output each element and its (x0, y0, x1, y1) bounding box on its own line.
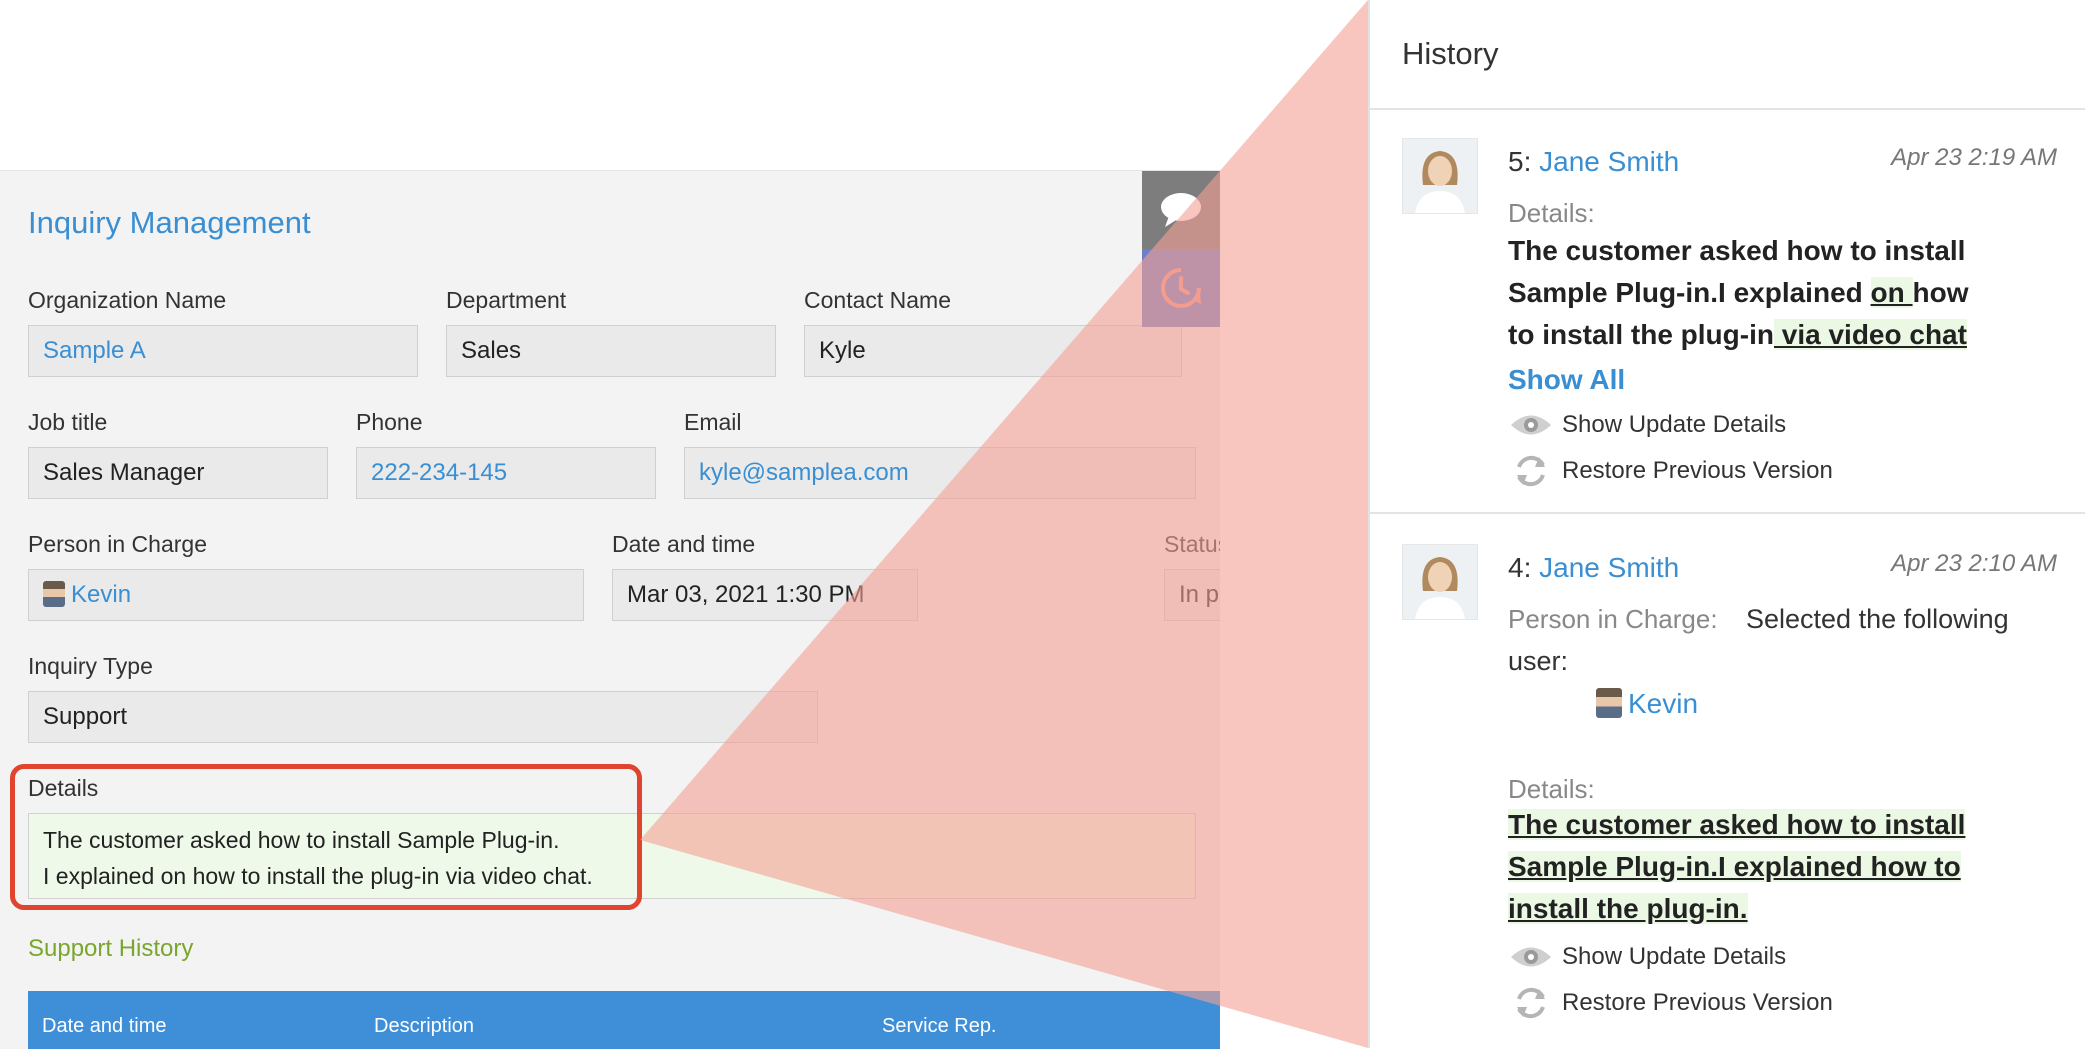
revision-number: 4: (1508, 552, 1532, 583)
show-update-details-button[interactable]: Show Update Details (1508, 408, 1786, 442)
woman-avatar-icon (1403, 545, 1477, 619)
person-in-charge-field[interactable]: Kevin (28, 569, 584, 621)
restore-previous-version-button[interactable]: Restore Previous Version (1508, 986, 1833, 1020)
organization-name-label: Organization Name (28, 287, 227, 313)
show-update-details-button[interactable]: Show Update Details (1508, 940, 1786, 974)
history-entry: 5: Jane Smith Apr 23 2:19 AM Details: Th… (1370, 108, 2085, 512)
details-change-text: The customer asked how to install Sample… (1508, 230, 1969, 356)
comments-button[interactable] (1142, 171, 1220, 249)
history-entry-header: 5: Jane Smith (1508, 146, 1679, 178)
column-service-rep[interactable]: Service Rep. (882, 1015, 997, 1038)
history-entry-header: 4: Jane Smith (1508, 552, 1679, 584)
details-change-fragment: to install the plug-in (1508, 319, 1774, 350)
restore-arrows-icon (1508, 454, 1554, 488)
contact-name-label: Contact Name (804, 287, 952, 313)
user-avatar-icon (43, 581, 65, 607)
date-and-time-label: Date and time (612, 531, 756, 557)
details-change-label: Details: (1508, 774, 1595, 804)
show-all-link[interactable]: Show All (1508, 364, 1625, 396)
job-title-label: Job title (28, 409, 108, 435)
details-change-text: The customer asked how to install Sample… (1508, 804, 1966, 930)
restore-arrows-icon (1508, 986, 1554, 1020)
history-entry: 4: Jane Smith Apr 23 2:10 AM Person in C… (1370, 512, 2085, 1048)
department-label: Department (446, 287, 567, 313)
author-link[interactable]: Jane Smith (1539, 552, 1679, 583)
phone-label: Phone (356, 409, 423, 435)
history-clock-icon (1161, 268, 1201, 308)
department-field[interactable]: Sales (446, 325, 776, 377)
contact-name-field[interactable]: Kyle (804, 325, 1182, 377)
user-avatar-icon (1596, 688, 1622, 718)
organization-name-field[interactable]: Sample A (28, 325, 418, 377)
speech-bubble-icon (1161, 193, 1201, 227)
status-label: Status (1164, 531, 1220, 557)
inserted-text: install the plug-in. (1508, 893, 1748, 924)
details-change-line: to install the plug-in via video chat (1508, 314, 1969, 356)
details-change-label: Details: (1508, 198, 1595, 228)
restore-previous-version-button[interactable]: Restore Previous Version (1508, 454, 1833, 488)
inquiry-type-label: Inquiry Type (28, 653, 153, 679)
revision-number: 5: (1508, 146, 1532, 177)
eye-icon (1508, 408, 1554, 442)
app-title[interactable]: Inquiry Management (28, 205, 311, 241)
person-in-charge-user[interactable]: Kevin (71, 581, 131, 608)
inserted-text: via video chat (1773, 319, 1967, 350)
details-change-fragment: Sample Plug-in.I explained (1508, 277, 1871, 308)
history-button[interactable] (1142, 249, 1220, 327)
job-title-field[interactable]: Sales Manager (28, 447, 328, 499)
date-and-time-field[interactable]: Mar 03, 2021 1:30 PM (612, 569, 918, 621)
eye-icon (1508, 940, 1554, 974)
user-portrait (1402, 544, 1478, 620)
person-in-charge-change-text: Selected the following (1746, 604, 2009, 634)
selected-user[interactable]: Kevin (1596, 688, 1698, 720)
details-change-fragment: how (1912, 277, 1969, 308)
inserted-text: The customer asked how to install (1508, 809, 1966, 840)
restore-previous-version-label: Restore Previous Version (1562, 457, 1833, 484)
support-history-table-header: Date and time Description Service Rep. (28, 991, 1220, 1049)
inquiry-type-field[interactable]: Support (28, 691, 818, 743)
inserted-text: on (1870, 277, 1913, 308)
details-highlight-frame (10, 764, 642, 910)
woman-avatar-icon (1403, 139, 1477, 213)
revision-timestamp: Apr 23 2:19 AM (1891, 144, 2057, 171)
phone-field[interactable]: 222-234-145 (356, 447, 656, 499)
person-in-charge-change-text: user: (1508, 646, 1569, 676)
details-change-line: Sample Plug-in.I explained on how (1508, 272, 1969, 314)
person-in-charge-label: Person in Charge (28, 531, 207, 557)
restore-previous-version-label: Restore Previous Version (1562, 989, 1833, 1016)
person-in-charge-change-label: Person in Charge: (1508, 604, 1718, 634)
support-history-title: Support History (28, 935, 194, 962)
history-panel: History 5: Jane Smith Apr 23 2:19 AM Det… (1368, 0, 2085, 1048)
status-field[interactable]: In p (1164, 569, 1220, 621)
selected-user-link[interactable]: Kevin (1628, 688, 1698, 719)
revision-timestamp: Apr 23 2:10 AM (1891, 550, 2057, 577)
inserted-text: Sample Plug-in.I explained how to (1508, 851, 1961, 882)
email-label: Email (684, 409, 742, 435)
history-panel-title: History (1402, 36, 1499, 71)
author-link[interactable]: Jane Smith (1539, 146, 1679, 177)
details-change-line: The customer asked how to install (1508, 235, 1966, 266)
column-date-and-time[interactable]: Date and time (42, 1015, 167, 1038)
user-portrait (1402, 138, 1478, 214)
show-update-details-label: Show Update Details (1562, 411, 1787, 438)
email-field[interactable]: kyle@samplea.com (684, 447, 1196, 499)
show-update-details-label: Show Update Details (1562, 943, 1787, 970)
record-form: Inquiry Management Organization Name Sam… (0, 170, 1220, 1049)
column-description[interactable]: Description (374, 1015, 474, 1038)
